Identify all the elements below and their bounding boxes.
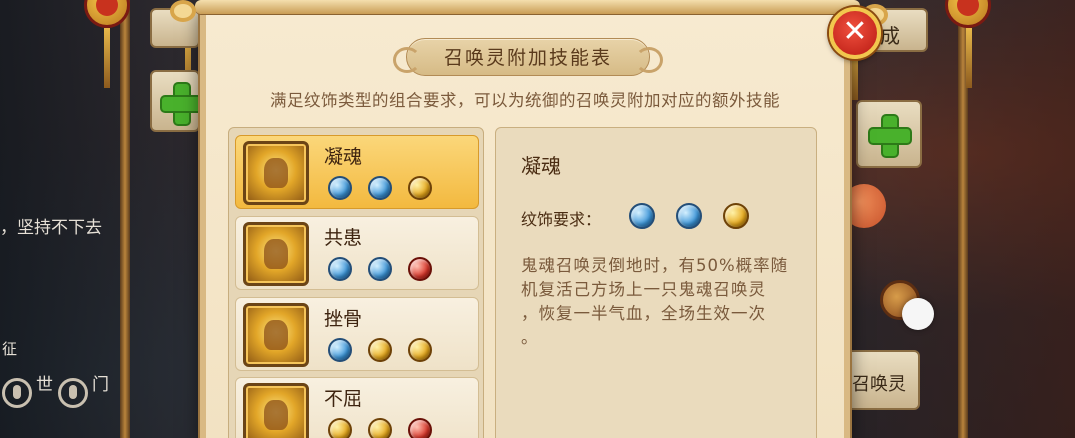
dialog-title: 召唤灵附加技能表	[443, 47, 612, 69]
skill-description: 鬼魂召唤灵倒地时，有50%概率随 机复活己方场上一只鬼魂召唤灵 ，恢复一半气血，…	[521, 256, 789, 347]
skill-row-ninghun[interactable]: 凝魂	[235, 135, 479, 209]
plus-icon	[160, 82, 204, 126]
skill-cuogu-icon	[243, 303, 309, 367]
left-bottom-text-1: 世	[36, 375, 53, 395]
skill-name: 凝魂	[324, 146, 363, 168]
gold-gem-icon	[723, 203, 749, 229]
skill-row-gonghuan[interactable]: 共患	[235, 216, 479, 290]
left-add-button[interactable]	[150, 70, 202, 132]
red-gem-icon	[408, 257, 432, 281]
right-add-button[interactable]	[856, 100, 922, 168]
skill-name: 挫骨	[324, 308, 363, 330]
skill-row-cuogu[interactable]: 挫骨	[235, 297, 479, 371]
close-icon: ✕	[842, 14, 868, 49]
gold-gem-icon	[328, 418, 352, 438]
left-background-text: ，坚持不下去	[0, 218, 102, 238]
right-tassel	[966, 28, 972, 88]
scroll-curl-left	[170, 0, 196, 22]
left-pillar	[120, 0, 130, 438]
close-button[interactable]: ✕	[829, 7, 881, 59]
microphone-icon[interactable]	[2, 378, 32, 408]
skill-gonghuan-icon	[243, 222, 309, 286]
microphone-icon[interactable]	[58, 378, 88, 408]
blue-gem-icon	[676, 203, 702, 229]
blue-gem-icon	[629, 203, 655, 229]
dialog-subtitle: 满足纹饰类型的组合要求，可以为统御的召唤灵附加对应的额外技能	[270, 91, 780, 110]
blue-gem-icon	[368, 176, 392, 200]
plus-icon	[868, 114, 912, 158]
gold-gem-icon	[368, 418, 392, 438]
skill-name: 不屈	[324, 388, 363, 410]
blue-gem-icon	[368, 257, 392, 281]
left-background-label: 征	[2, 340, 18, 358]
skill-ninghun-icon	[243, 141, 309, 205]
left-bottom-text-2: 门	[92, 375, 109, 395]
requirement-label: 纹饰要求：	[521, 210, 602, 229]
summon-spirit-button-label: 召唤灵	[852, 374, 906, 395]
red-gem-icon	[408, 418, 432, 438]
skill-buqu-icon	[243, 383, 309, 438]
left-tassel	[104, 28, 110, 88]
skill-row-buqu[interactable]: 不屈	[235, 377, 479, 438]
touch-indicator	[902, 298, 934, 330]
scroll-top-rod	[195, 0, 860, 14]
summon-spirit-button[interactable]: 召唤灵	[842, 350, 920, 410]
detail-skill-name: 凝魂	[521, 154, 561, 178]
gold-gem-icon	[408, 176, 432, 200]
blue-gem-icon	[328, 338, 352, 362]
blue-gem-icon	[328, 257, 352, 281]
blue-gem-icon	[328, 176, 352, 200]
skill-name: 共患	[324, 227, 363, 249]
gold-gem-icon	[408, 338, 432, 362]
right-top-button-label: 成	[880, 24, 900, 48]
gold-gem-icon	[368, 338, 392, 362]
